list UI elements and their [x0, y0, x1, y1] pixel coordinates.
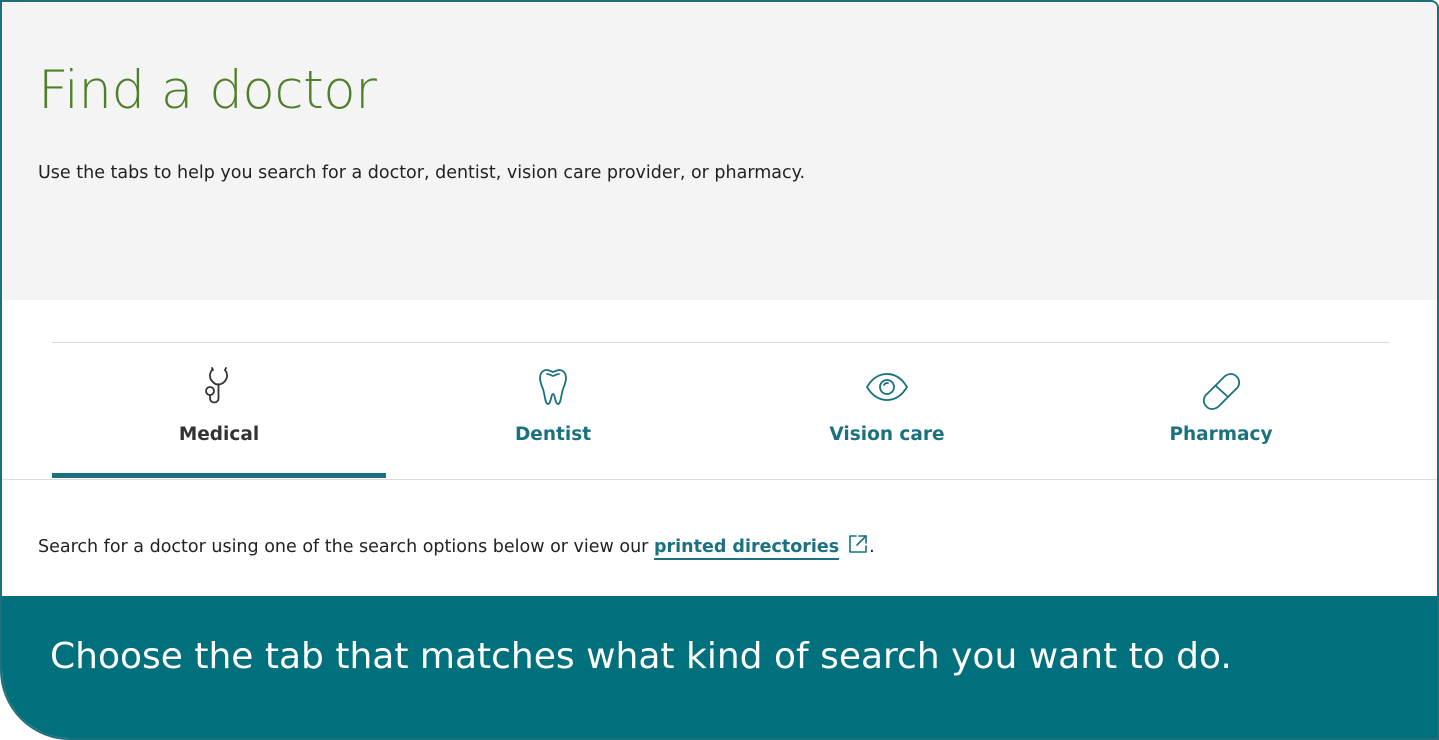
search-instruction: Search for a doctor using one of the sea…: [38, 533, 875, 560]
tab-vision-care[interactable]: Vision care: [720, 364, 1054, 478]
pill-icon: [1198, 364, 1244, 410]
hero-section: Find a doctor Use the tabs to help you s…: [2, 2, 1437, 300]
help-banner: Choose the tab that matches what kind of…: [2, 596, 1437, 738]
tab-pharmacy[interactable]: Pharmacy: [1054, 364, 1388, 478]
stethoscope-icon: [196, 364, 242, 410]
tab-medical[interactable]: Medical: [52, 364, 386, 478]
tab-medical-label: Medical: [178, 424, 260, 445]
active-tab-indicator: [52, 473, 386, 478]
tabs-bottom-divider: [2, 479, 1437, 480]
tooth-icon: [530, 364, 576, 410]
search-instruction-text: Search for a doctor using one of the sea…: [38, 537, 649, 557]
tab-vision-care-label: Vision care: [829, 424, 945, 445]
page-subtitle: Use the tabs to help you search for a do…: [38, 163, 806, 183]
page-frame: Find a doctor Use the tabs to help you s…: [0, 0, 1439, 740]
external-link-icon[interactable]: [847, 533, 869, 555]
tab-dentist[interactable]: Dentist: [386, 364, 720, 478]
instruction-suffix: .: [869, 537, 875, 557]
help-banner-text: Choose the tab that matches what kind of…: [50, 636, 1232, 677]
printed-directories-label: printed directories: [653, 537, 840, 557]
eye-icon: [864, 364, 910, 410]
tab-dentist-label: Dentist: [514, 424, 592, 445]
printed-directories-link[interactable]: printed directories: [653, 537, 840, 560]
page-title: Find a doctor: [38, 60, 377, 121]
tabs-top-divider: [52, 342, 1390, 343]
tab-pharmacy-label: Pharmacy: [1169, 424, 1273, 445]
